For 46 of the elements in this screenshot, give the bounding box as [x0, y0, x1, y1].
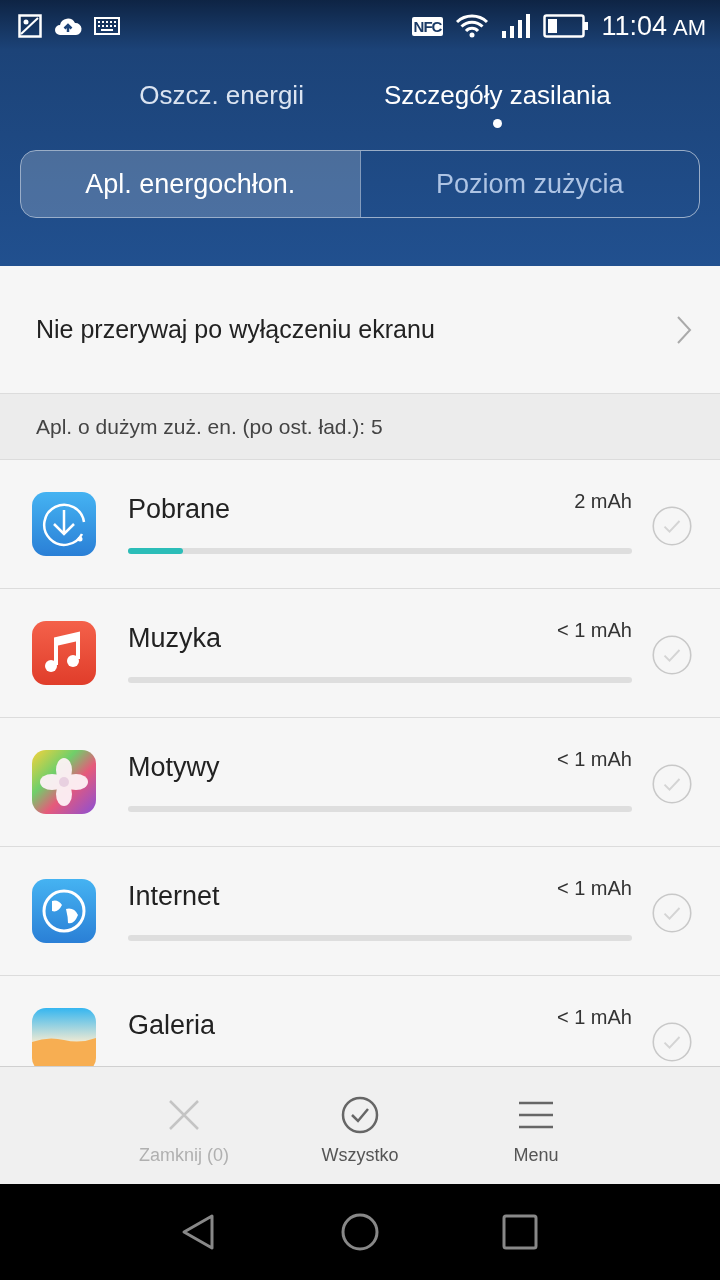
checkbox[interactable]	[652, 764, 692, 804]
globe-icon	[32, 879, 96, 943]
page-indicator-dot	[492, 119, 502, 128]
nfc-indicator: NFC	[411, 16, 444, 36]
keyboard-icon	[94, 17, 120, 35]
app-row[interactable]: Muzyka < 1 mAh	[0, 589, 720, 718]
app-name: Muzyka	[128, 623, 222, 654]
app-name: Motywy	[128, 752, 220, 783]
usage-value: < 1 mAh	[556, 748, 632, 771]
music-note-icon	[32, 621, 96, 685]
page-tab[interactable]: Oszcz. energii	[139, 80, 304, 128]
usage-value: < 1 mAh	[556, 619, 632, 642]
page-tab[interactable]: Szczegóły zasilania	[383, 80, 611, 128]
checkbox[interactable]	[652, 635, 692, 675]
checkbox[interactable]	[652, 506, 692, 546]
wifi-icon	[455, 13, 490, 39]
app-name: Pobrane	[128, 494, 231, 525]
app-row[interactable]: Motywy < 1 mAh	[0, 718, 720, 847]
battery-icon	[543, 14, 590, 38]
flower-icon	[32, 750, 96, 814]
usage-value: 2 mAh	[574, 490, 632, 513]
settings-label: Nie przerywaj po wyłączeniu ekranu	[36, 315, 436, 344]
cloud-upload-icon	[54, 16, 82, 36]
section-title: Apl. o dużym zuż. en. (po ost. ład.): 5	[36, 414, 383, 439]
home-icon[interactable]	[340, 1212, 380, 1252]
app-name: Galeria	[128, 1010, 216, 1041]
signal-icon	[501, 13, 532, 39]
clock-period: AM	[673, 14, 706, 41]
checkbox[interactable]	[652, 893, 692, 933]
segment-tab[interactable]: Apl. energochłon.	[21, 151, 360, 217]
app-row[interactable]: Internet < 1 mAh	[0, 847, 720, 976]
checkbox[interactable]	[652, 1022, 692, 1062]
chevron-right-icon	[676, 314, 692, 345]
usage-value: < 1 mAh	[556, 1006, 632, 1029]
clock-time: 11:04	[601, 10, 667, 42]
landscape-icon	[32, 1008, 96, 1066]
action-button[interactable]: Wszystko	[272, 1067, 448, 1184]
download-icon	[32, 492, 96, 556]
action-button[interactable]: Menu	[448, 1067, 624, 1184]
usage-value: < 1 mAh	[556, 877, 632, 900]
segment-tab[interactable]: Poziom zużycia	[359, 151, 699, 217]
recents-icon[interactable]	[500, 1212, 540, 1252]
app-row[interactable]: Pobrane 2 mAh	[0, 460, 720, 589]
check-circle-icon	[340, 1095, 380, 1135]
app-name: Internet	[128, 881, 220, 912]
image-icon	[18, 14, 42, 38]
